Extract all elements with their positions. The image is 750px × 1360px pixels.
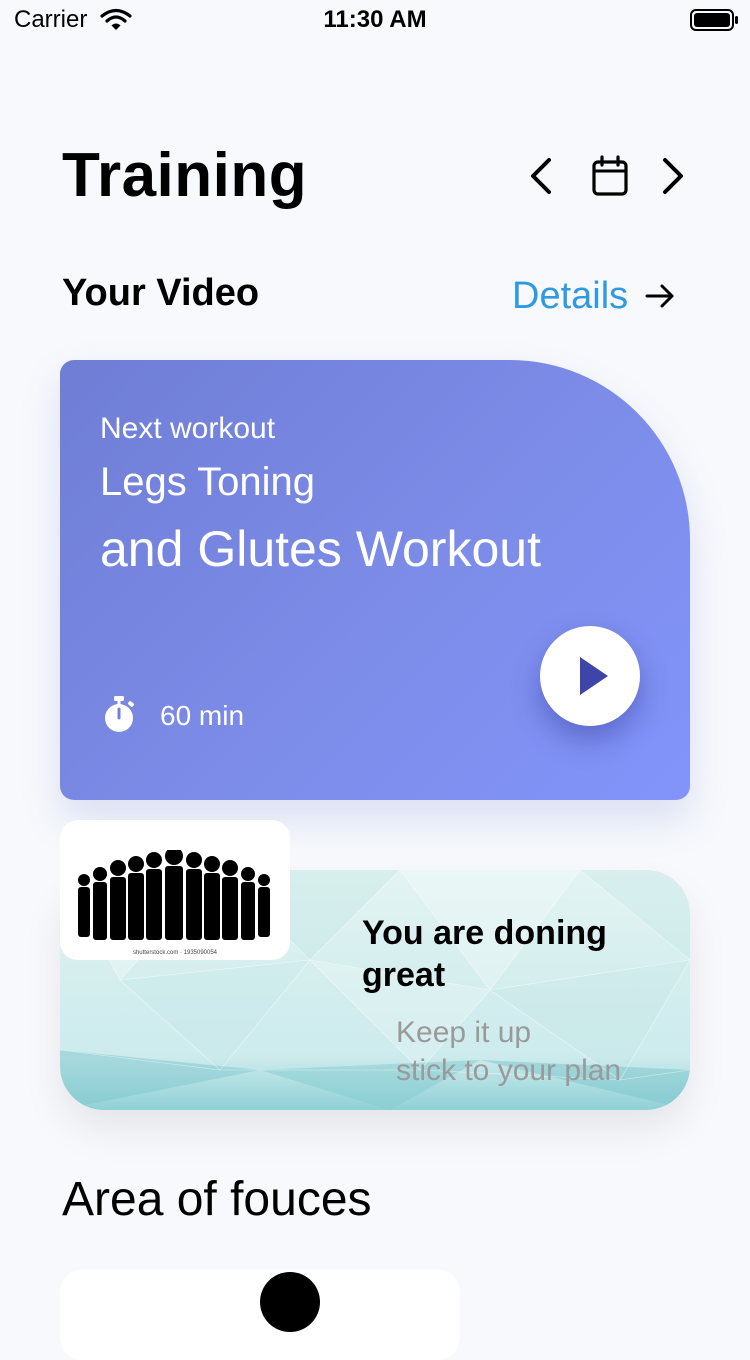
chevron-right-icon[interactable] [654,154,692,198]
motivation-message: Keep it up stick to your plan [396,1014,686,1090]
play-button[interactable] [540,626,640,726]
battery-icon [690,9,738,31]
status-time: 11:30 AM [323,6,427,33]
focus-avatar [260,1272,320,1332]
details-label[interactable]: Details [512,275,628,318]
motivation-title: You are doning great [362,914,607,994]
area-of-focus-title: Area of fouces [62,1173,372,1226]
motivation-line2: stick to your plan [396,1054,622,1087]
motivation-line1: Keep it up [396,1016,532,1049]
page-title: Training [62,141,308,210]
play-icon[interactable] [578,655,610,697]
arrow-right-icon[interactable] [644,280,676,312]
workout-duration: 60 min [160,700,245,731]
section-title-your-video: Your Video [62,272,260,314]
workout-title-line1: Legs Toning [100,460,315,504]
calendar-icon[interactable] [588,152,632,200]
image-watermark: shutterstock.com · 1935090054 [132,950,218,956]
chevron-left-icon[interactable] [522,154,560,198]
people-silhouette-icon [78,850,270,940]
status-bar: Carrier 11:30 AM [0,0,750,42]
workout-title-line2: and Glutes Workout [100,521,541,577]
stopwatch-icon [105,696,134,732]
next-workout-label: Next workout [100,412,276,445]
details-link[interactable]: Details [512,272,676,320]
focus-card[interactable] [60,1270,460,1360]
workout-card[interactable]: Next workout Legs Toning and Glutes Work… [60,360,690,800]
team-image: shutterstock.com · 1935090054 [60,820,290,960]
